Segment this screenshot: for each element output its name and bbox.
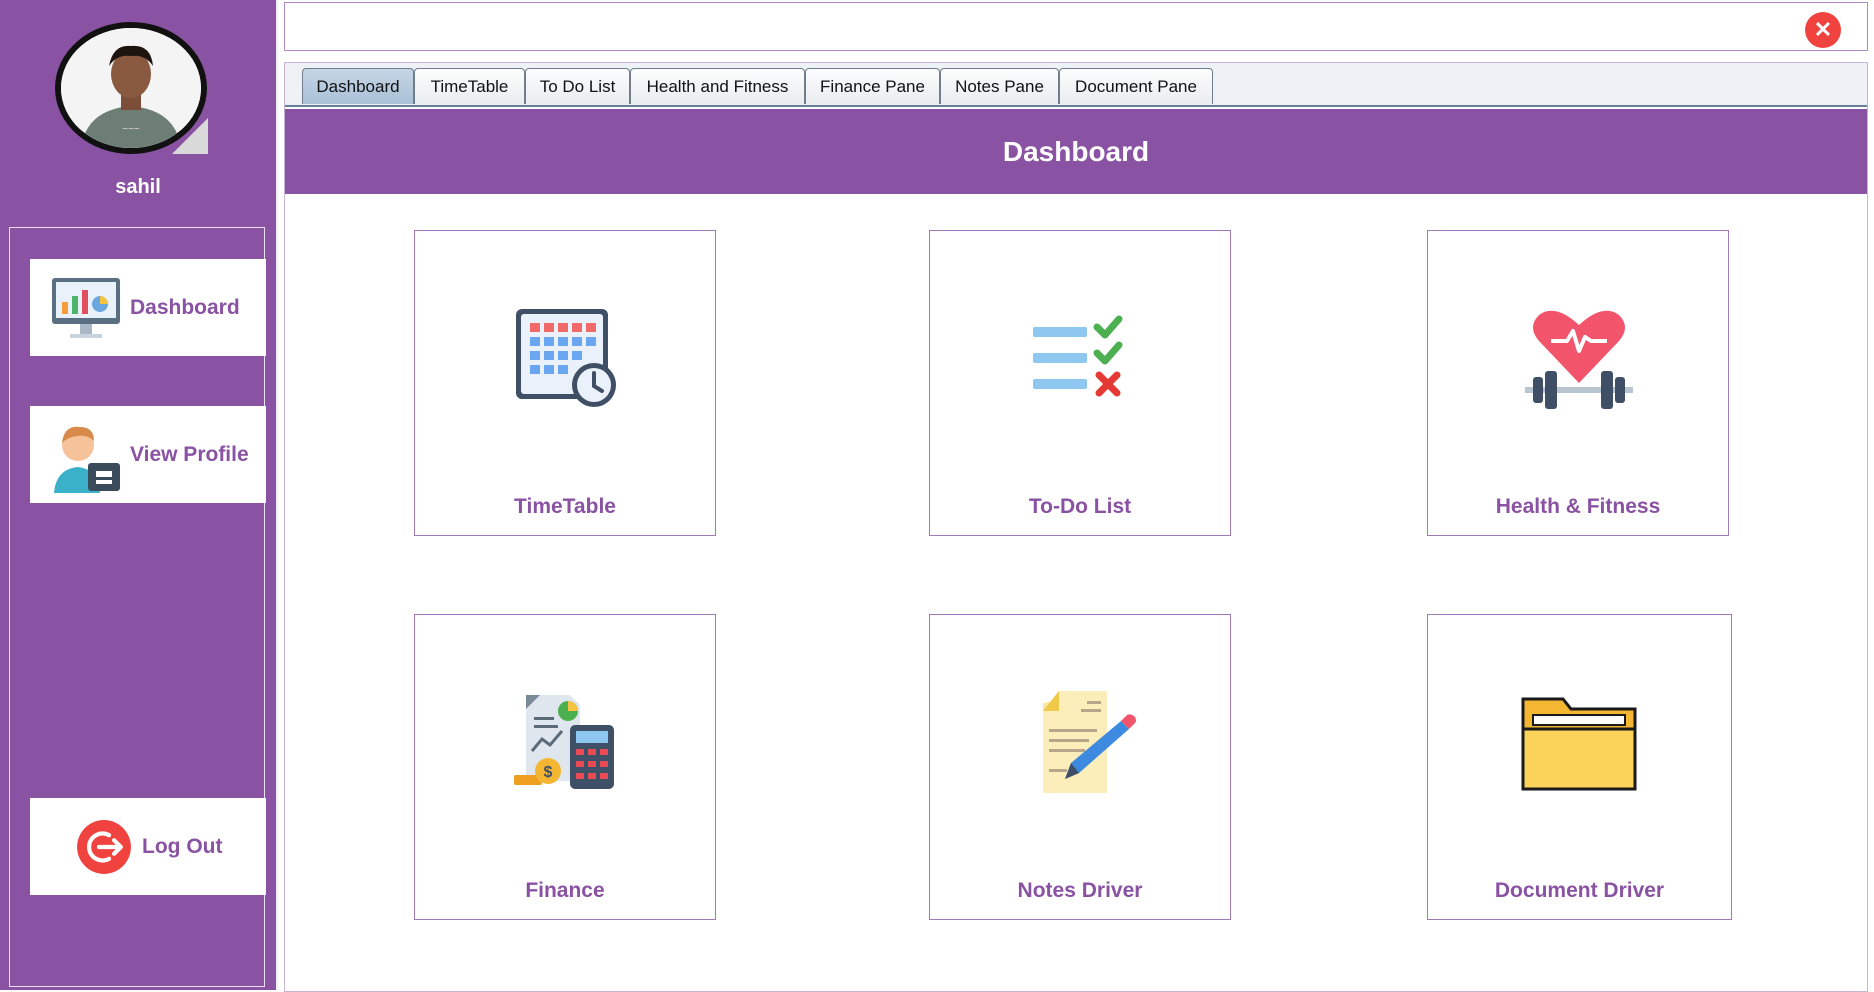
- calendar-clock-icon: [516, 309, 616, 407]
- card-todo-list[interactable]: To-Do List: [929, 230, 1231, 536]
- main-content: Dashboard TimeTable To Do List Health an…: [284, 62, 1868, 992]
- card-finance[interactable]: $ Finance: [414, 614, 716, 920]
- card-document-driver[interactable]: Document Driver: [1427, 614, 1732, 920]
- user-profile-icon: [54, 426, 120, 493]
- tab-timetable[interactable]: TimeTable: [414, 68, 525, 104]
- sidebar-item-label: View Profile: [130, 442, 249, 466]
- card-label: Notes Driver: [1017, 879, 1143, 902]
- tab-health-fitness[interactable]: Health and Fitness: [630, 68, 805, 104]
- card-timetable[interactable]: TimeTable: [414, 230, 716, 536]
- svg-text:~~~: ~~~: [122, 124, 140, 135]
- card-notes-driver[interactable]: Notes Driver: [929, 614, 1231, 920]
- close-button[interactable]: ✕: [1805, 12, 1841, 48]
- page-header: Dashboard: [285, 109, 1867, 194]
- notes-pencil-icon: [1043, 691, 1136, 793]
- close-icon: ✕: [1813, 17, 1833, 42]
- card-health-fitness[interactable]: Health & Fitness: [1427, 230, 1729, 536]
- tab-strip: Dashboard TimeTable To Do List Health an…: [285, 63, 1867, 107]
- monitor-chart-icon: [52, 277, 120, 338]
- folder-icon: [1521, 697, 1637, 791]
- sidebar-item-label: Log Out: [142, 834, 223, 858]
- username: sahil: [115, 176, 161, 198]
- card-label: Health & Fitness: [1495, 495, 1661, 518]
- checklist-icon: [1033, 315, 1123, 397]
- tab-finance-pane[interactable]: Finance Pane: [805, 68, 940, 104]
- card-label: TimeTable: [514, 495, 616, 518]
- sidebar-item-view-profile[interactable]: View Profile: [30, 406, 266, 503]
- heart-dumbbell-icon: [1525, 310, 1633, 409]
- tab-todo-list[interactable]: To Do List: [525, 68, 630, 104]
- sidebar: ~~~ sahil Dashboard View Profile Log Out: [0, 0, 278, 990]
- tab-notes-pane[interactable]: Notes Pane: [940, 68, 1059, 104]
- logout-icon: [77, 819, 131, 874]
- sidebar-item-logout[interactable]: Log Out: [30, 798, 266, 895]
- card-label: To-Do List: [1028, 495, 1132, 518]
- finance-calculator-icon: $: [514, 695, 614, 789]
- sidebar-item-dashboard[interactable]: Dashboard: [30, 259, 266, 356]
- avatar-edit-corner[interactable]: [172, 118, 208, 154]
- page-title: Dashboard: [1002, 135, 1150, 167]
- tab-document-pane[interactable]: Document Pane: [1059, 68, 1213, 104]
- card-label: Finance: [525, 879, 605, 902]
- card-label: Document Driver: [1494, 879, 1665, 902]
- nav-panel: Dashboard View Profile Log Out: [9, 227, 266, 987]
- tab-dashboard[interactable]: Dashboard: [302, 68, 414, 104]
- svg-text:$: $: [544, 764, 553, 781]
- sidebar-item-label: Dashboard: [130, 295, 240, 319]
- top-bar: ✕: [284, 2, 1868, 51]
